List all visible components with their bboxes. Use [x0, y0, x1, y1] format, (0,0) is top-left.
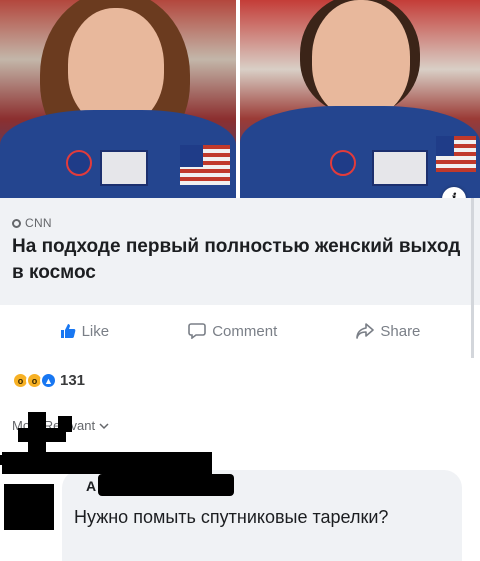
share-button[interactable]: Share — [356, 323, 420, 340]
chevron-down-icon — [99, 418, 109, 433]
post-image-row[interactable] — [0, 0, 480, 198]
post-action-bar: Like Comment Share — [0, 305, 480, 357]
redaction-mark — [98, 474, 234, 496]
comment-icon — [188, 323, 207, 339]
source-name: CNN — [25, 216, 52, 230]
share-label: Share — [380, 322, 421, 340]
like-reaction-icon: ▲ — [40, 372, 57, 389]
like-label: Like — [81, 322, 110, 340]
post-headline[interactable]: На подходе первый полностью женский выхо… — [12, 234, 462, 286]
astronaut-photo-right[interactable] — [240, 0, 480, 198]
reaction-summary[interactable]: o o ▲ 131 — [12, 372, 85, 389]
comment-author-name[interactable]: A — [86, 478, 96, 494]
link-preview[interactable]: CNN На подходе первый полностью женский … — [0, 198, 480, 305]
comment-button[interactable]: Comment — [188, 323, 277, 340]
comment-label: Comment — [212, 322, 278, 340]
astronaut-photo-left[interactable] — [0, 0, 236, 198]
redaction-mark — [2, 452, 212, 474]
comment-text: Нужно помыть спутниковые тарелки? — [74, 507, 389, 527]
reaction-icons: o o ▲ — [12, 372, 57, 389]
share-icon — [356, 323, 375, 339]
reaction-count: 131 — [60, 372, 86, 389]
source-icon — [12, 218, 21, 228]
avatar — [4, 484, 54, 530]
redaction-mark — [58, 416, 72, 432]
like-button[interactable]: Like — [60, 322, 110, 340]
thumbs-up-icon — [60, 323, 76, 339]
source-label: CNN — [12, 216, 52, 230]
